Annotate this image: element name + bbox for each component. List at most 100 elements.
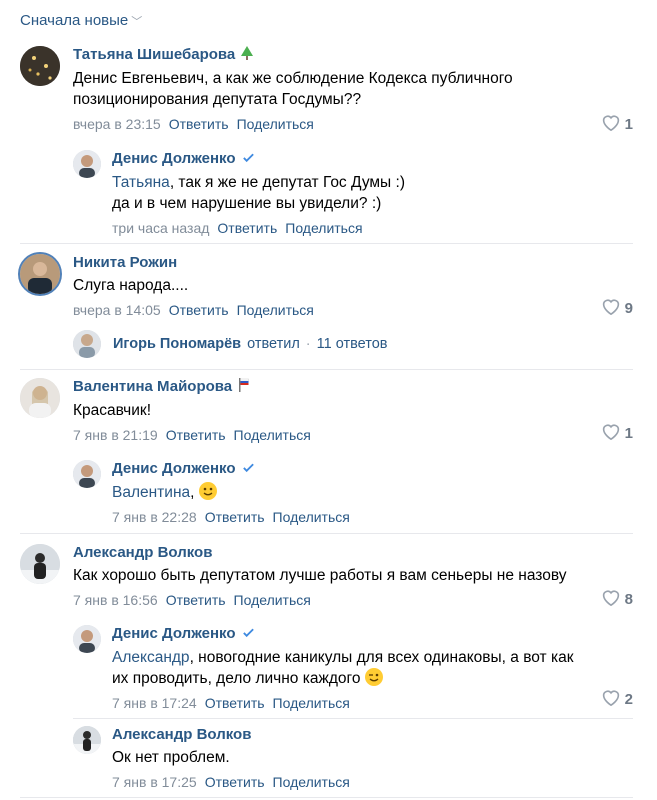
avatar-image bbox=[20, 378, 60, 418]
sort-dropdown[interactable]: Сначала новые ﹀ bbox=[20, 12, 142, 29]
sort-label: Сначала новые bbox=[20, 12, 129, 29]
comment-author[interactable]: Александр Волков bbox=[73, 544, 633, 561]
like-button[interactable]: 1 bbox=[601, 422, 633, 444]
heart-icon bbox=[601, 422, 621, 444]
avatar[interactable] bbox=[73, 726, 101, 754]
comment-time[interactable]: вчера в 14:05 bbox=[73, 302, 161, 318]
avatar[interactable] bbox=[20, 378, 60, 418]
replies-thread-link[interactable]: Игорь Пономарёв ответил · 11 ответов bbox=[73, 330, 387, 358]
heart-icon bbox=[601, 588, 621, 610]
avatar-image bbox=[73, 330, 101, 358]
comment-meta: 7 янв в 21:19 Ответить Поделиться bbox=[73, 427, 613, 443]
comment-time[interactable]: 7 янв в 16:56 bbox=[73, 592, 158, 608]
like-count: 2 bbox=[624, 690, 633, 708]
comment-author[interactable]: Валентина Майорова bbox=[73, 378, 613, 396]
smile-emoji bbox=[198, 482, 217, 500]
share-button[interactable]: Поделиться bbox=[234, 427, 311, 443]
comment-text: Как хорошо быть депутатом лучше работы я… bbox=[73, 567, 567, 584]
avatar-image bbox=[73, 150, 101, 178]
reply-button[interactable]: Ответить bbox=[217, 220, 277, 236]
comment-text: Татьяна, так я же не депутат Гос Думы :)… bbox=[112, 174, 405, 212]
share-button[interactable]: Поделиться bbox=[273, 509, 350, 525]
reply-button[interactable]: Ответить bbox=[169, 302, 229, 318]
flag-icon bbox=[238, 378, 250, 396]
like-button[interactable]: 1 bbox=[601, 113, 633, 135]
avatar[interactable] bbox=[73, 460, 101, 488]
avatar-image bbox=[20, 254, 60, 294]
comment-time[interactable]: 7 янв в 17:24 bbox=[112, 695, 197, 711]
thread-replies-count[interactable]: 11 ответов bbox=[317, 336, 388, 352]
divider bbox=[73, 718, 633, 719]
avatar-image bbox=[20, 46, 60, 86]
share-button[interactable]: Поделиться bbox=[234, 592, 311, 608]
comment-meta: вчера в 23:15 Ответить Поделиться bbox=[73, 116, 613, 132]
comment-text: Александр, новогодние каникулы для всех … bbox=[112, 649, 574, 687]
share-button[interactable]: Поделиться bbox=[237, 302, 314, 318]
comment-time[interactable]: вчера в 23:15 bbox=[73, 116, 161, 132]
comment-author[interactable]: Никита Рожин bbox=[73, 254, 613, 271]
avatar[interactable] bbox=[18, 252, 62, 296]
comment-time[interactable]: 7 янв в 17:25 bbox=[112, 774, 197, 790]
chevron-down-icon: ﹀ bbox=[131, 16, 143, 28]
heart-icon bbox=[601, 297, 621, 319]
divider bbox=[20, 797, 633, 798]
reply-button[interactable]: Ответить bbox=[205, 695, 265, 711]
comment-meta: вчера в 14:05 Ответить Поделиться bbox=[73, 302, 613, 318]
like-button[interactable]: 9 bbox=[601, 297, 633, 319]
thread-replied-label: ответил bbox=[247, 336, 300, 352]
heart-icon bbox=[601, 688, 621, 710]
thread-author[interactable]: Игорь Пономарёв bbox=[113, 336, 241, 352]
comment-author[interactable]: Денис Долженко bbox=[112, 625, 592, 643]
comment-meta: 7 янв в 22:28 Ответить Поделиться bbox=[112, 509, 592, 525]
comment-time[interactable]: три часа назад bbox=[112, 220, 209, 236]
verified-check-icon bbox=[242, 151, 255, 168]
mention-link[interactable]: Валентина bbox=[112, 484, 190, 501]
comment-text: Слуга народа.... bbox=[73, 277, 189, 294]
like-count: 1 bbox=[624, 115, 633, 133]
reply-button[interactable]: Ответить bbox=[166, 427, 226, 443]
avatar bbox=[73, 330, 101, 358]
avatar[interactable] bbox=[73, 625, 101, 653]
avatar[interactable] bbox=[20, 46, 60, 86]
avatar-image bbox=[73, 726, 101, 754]
reply-button[interactable]: Ответить bbox=[166, 592, 226, 608]
avatar[interactable] bbox=[20, 544, 60, 584]
share-button[interactable]: Поделиться bbox=[285, 220, 362, 236]
reply-button[interactable]: Ответить bbox=[205, 774, 265, 790]
comment-time[interactable]: 7 янв в 22:28 bbox=[112, 509, 197, 525]
comment-author[interactable]: Александр Волков bbox=[112, 726, 592, 743]
heart-icon bbox=[601, 113, 621, 135]
share-button[interactable]: Поделиться bbox=[273, 695, 350, 711]
comment-meta: 7 янв в 16:56 Ответить Поделиться bbox=[73, 592, 633, 608]
comment-time[interactable]: 7 янв в 21:19 bbox=[73, 427, 158, 443]
avatar-image bbox=[73, 625, 101, 653]
avatar-image bbox=[20, 544, 60, 584]
reply-button[interactable]: Ответить bbox=[169, 116, 229, 132]
wink-emoji bbox=[364, 668, 383, 686]
comment-text: Денис Евгеньевич, а как же соблюдение Ко… bbox=[73, 70, 513, 108]
comment-meta: 7 янв в 17:24 Ответить Поделиться bbox=[112, 695, 592, 711]
comment-text: Ок нет проблем. bbox=[112, 749, 230, 766]
like-count: 8 bbox=[624, 590, 633, 608]
comment-author[interactable]: Татьяна Шишебарова bbox=[73, 46, 613, 64]
divider bbox=[20, 243, 633, 244]
share-button[interactable]: Поделиться bbox=[273, 774, 350, 790]
comment-text: Валентина, bbox=[112, 482, 592, 503]
like-button[interactable]: 8 bbox=[601, 588, 633, 610]
reply-button[interactable]: Ответить bbox=[205, 509, 265, 525]
comment-author[interactable]: Денис Долженко bbox=[112, 460, 592, 478]
avatar[interactable] bbox=[73, 150, 101, 178]
like-button[interactable]: 2 bbox=[601, 688, 633, 710]
christmas-tree-icon bbox=[241, 46, 254, 64]
like-count: 9 bbox=[624, 299, 633, 317]
comment-author[interactable]: Денис Долженко bbox=[112, 150, 592, 168]
like-count: 1 bbox=[624, 424, 633, 442]
mention-link[interactable]: Татьяна bbox=[112, 174, 170, 191]
divider bbox=[20, 533, 633, 534]
mention-link[interactable]: Александр bbox=[112, 649, 190, 666]
comment-meta: 7 янв в 17:25 Ответить Поделиться bbox=[112, 774, 592, 790]
verified-check-icon bbox=[242, 626, 255, 643]
comment-meta: три часа назад Ответить Поделиться bbox=[112, 220, 592, 236]
avatar-image bbox=[73, 460, 101, 488]
share-button[interactable]: Поделиться bbox=[237, 116, 314, 132]
